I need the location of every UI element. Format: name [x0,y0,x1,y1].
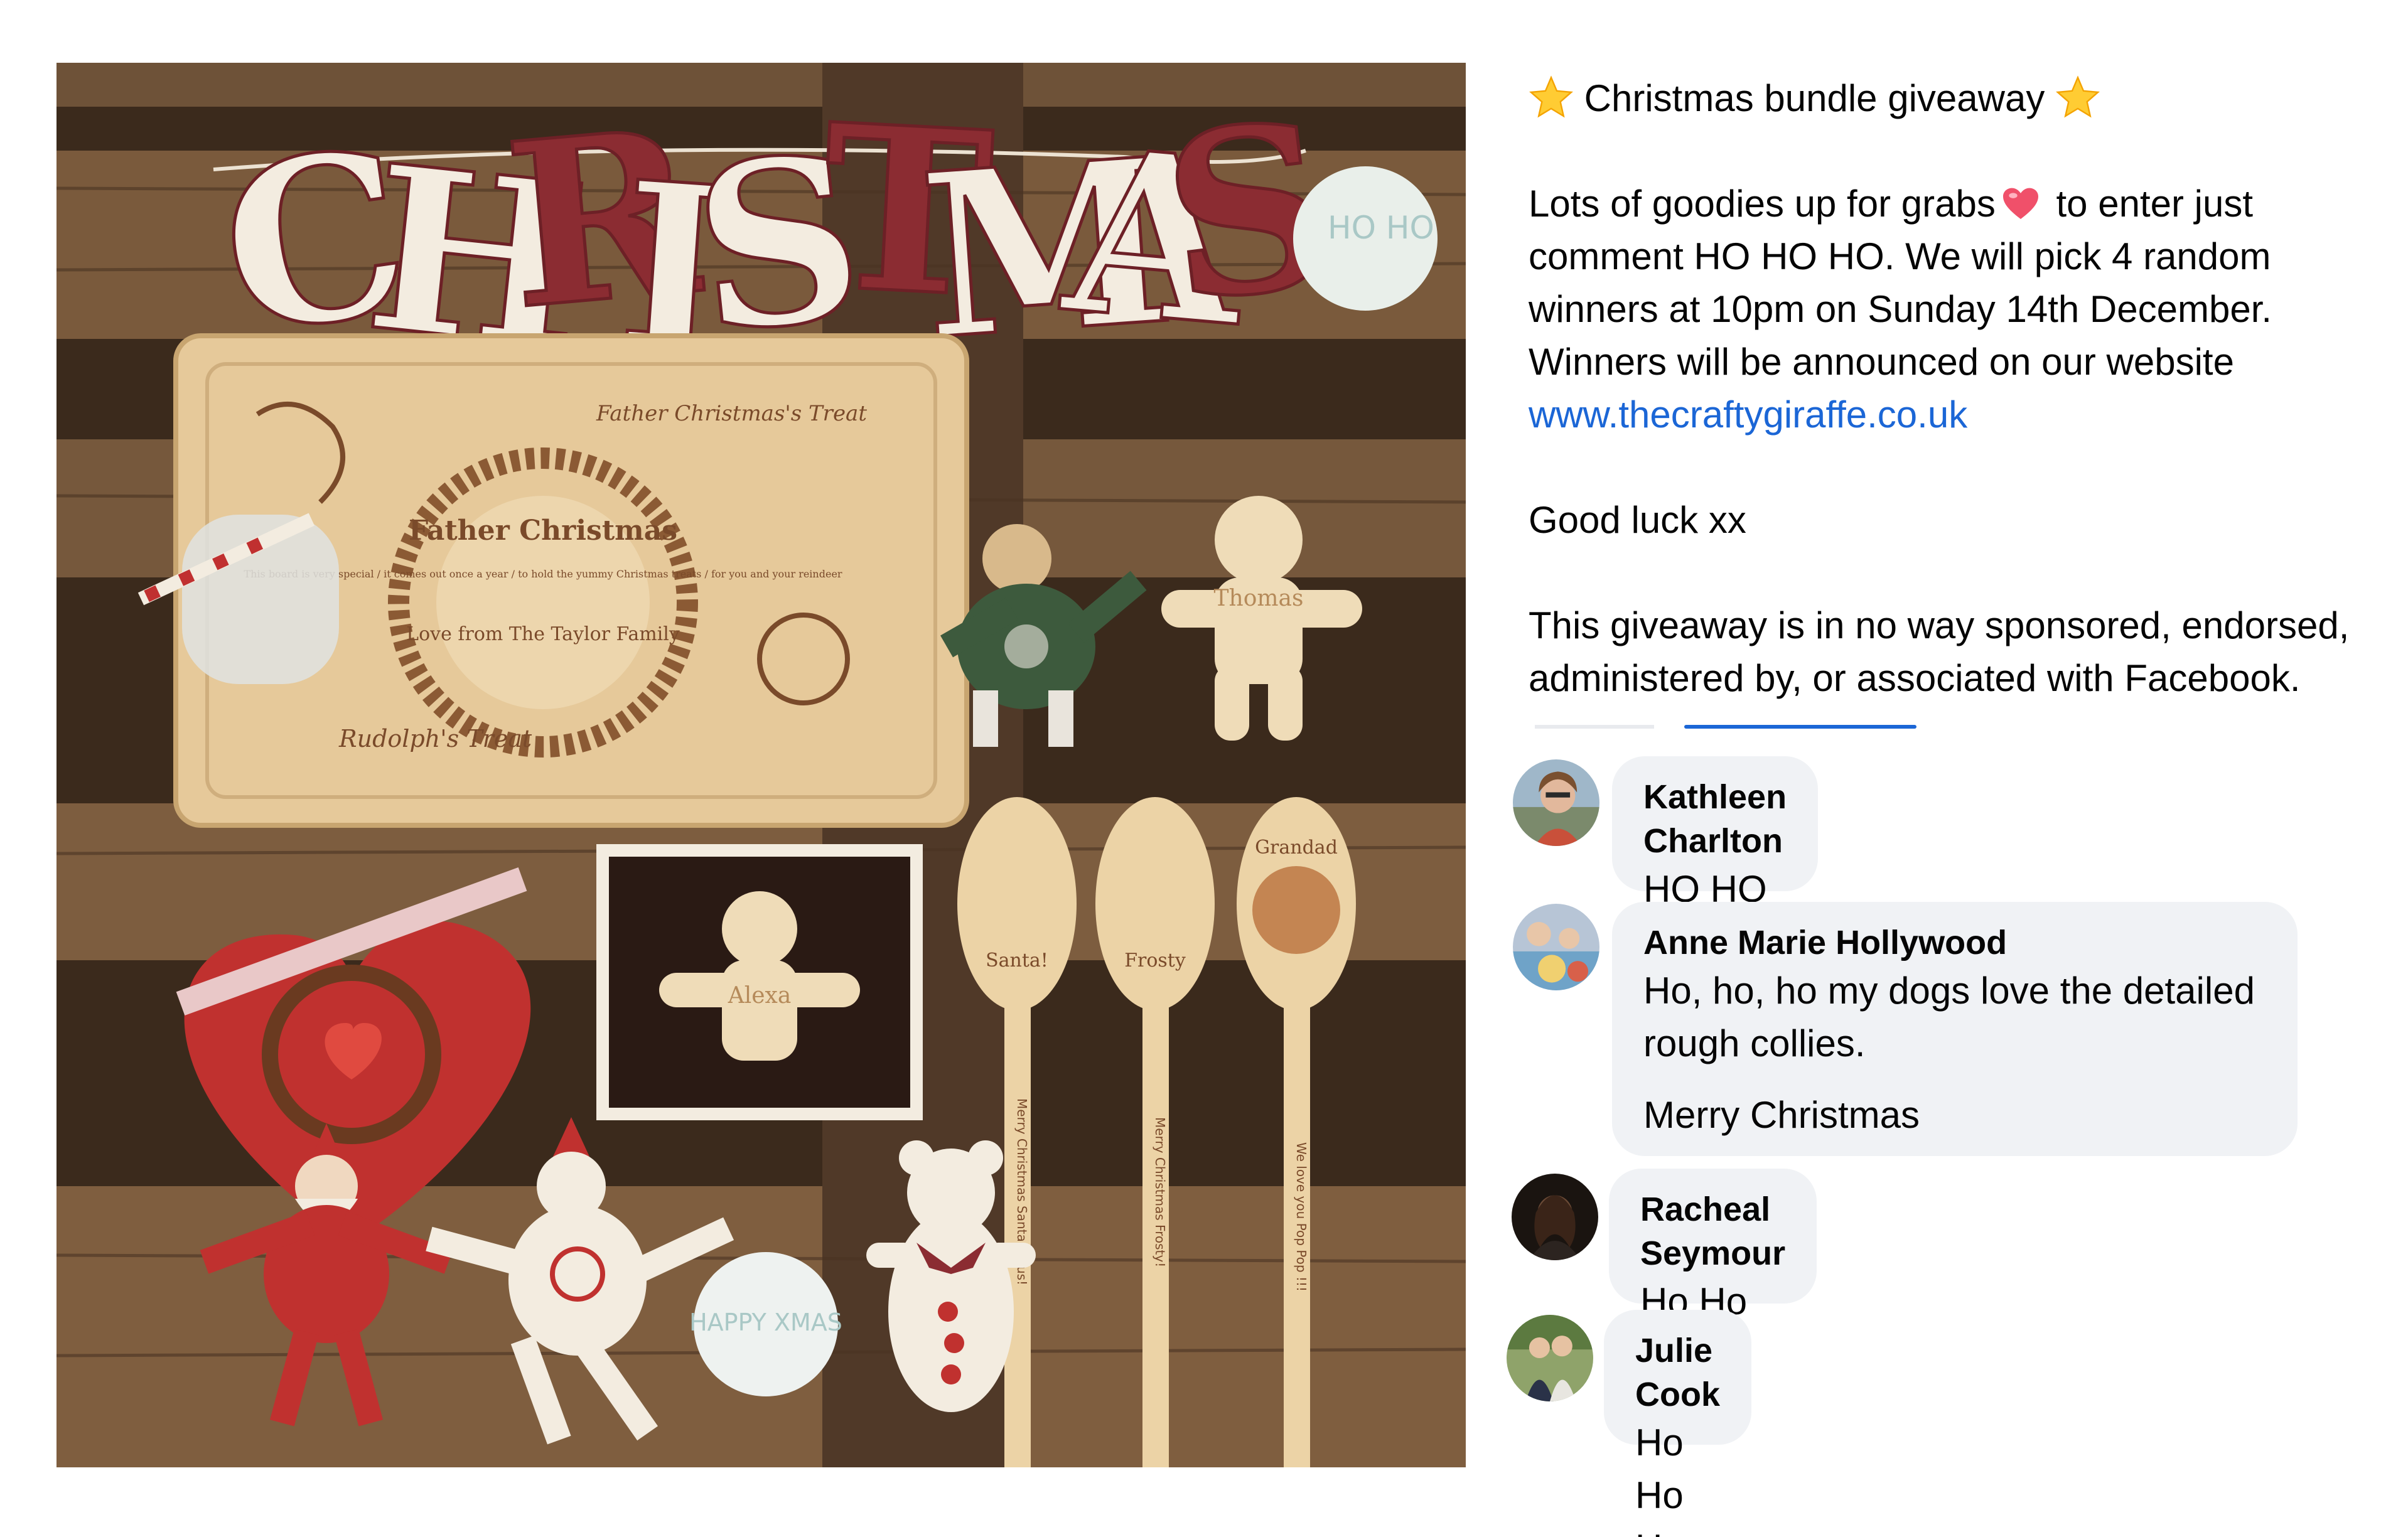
comment-text-2: Merry Christmas [1643,1094,1920,1136]
avatar[interactable] [1507,1315,1593,1401]
post-body: Lots of goodies up for grabs to enter ju… [1529,178,2382,441]
spoon-2-top: Frosty [1124,950,1186,972]
comment-author[interactable]: Anne Marie Hollywood [1643,921,2266,965]
comment-bubble: Anne Marie Hollywood Ho, ho, ho my dogs … [1612,902,2298,1156]
post-body-part-1: Lots of goodies up for grabs [1529,183,1996,225]
post-caption: Christmas bundle giveaway Lots of goodie… [1529,72,2382,705]
spoon-3-handle: We love you Pop Pop !!! [1294,1142,1309,1292]
comment-bubble: Julie Cook Ho Ho Ho [1604,1310,1751,1537]
comment-author[interactable]: Racheal Seymour [1640,1187,1785,1275]
comment-text: Ho, ho, ho my dogs love the detailed rou… [1643,970,2255,1064]
disclaimer: This giveaway is in no way sponsored, en… [1529,604,2350,699]
active-tab-indicator [1684,725,1916,729]
website-link[interactable]: www.thecraftygiraffe.co.uk [1529,394,1967,436]
tag-text: HAPPY XMAS [689,1309,842,1336]
star-emoji-icon [2056,75,2100,118]
post-photo[interactable]: C H R I S T M A S HO HO Father Christmas… [56,63,1466,1467]
board-title: Father Christmas [409,515,677,547]
gingerbread-1-text: Thomas [1214,586,1304,611]
avatar[interactable] [1512,1174,1598,1260]
tab-divider [1535,725,1654,729]
framed-gingerbread: Alexa [596,844,923,1120]
spoon-1-top: Santa! [986,950,1048,972]
board-header: Father Christmas's Treat [596,401,867,426]
comment-author[interactable]: Julie Cook [1635,1329,1720,1417]
spoon-2-handle: Merry Christmas Frosty! [1153,1117,1168,1267]
comment-text: Ho Ho Ho [1635,1422,1684,1537]
comment-author[interactable]: Kathleen Charlton [1643,775,1787,863]
post-title: Christmas bundle giveaway [1584,77,2045,119]
comment-bubble: Racheal Seymour Ho Ho Ho [1609,1169,1817,1375]
board-footer: Rudolph's Treat [338,725,532,752]
facebook-post: C H R I S T M A S HO HO Father Christmas… [0,0,2408,1537]
board-signature: Love from The Taylor Family [406,623,680,645]
avatar[interactable] [1513,759,1599,846]
star-emoji-icon [1529,75,1573,118]
heart-emoji-icon [2002,188,2038,219]
sign-off: Good luck xx [1529,499,1746,541]
comment-bubble: Kathleen Charlton HO HO HO [1612,756,1819,963]
bauble-text: HO HO [1328,210,1434,246]
post-title-line: Christmas bundle giveaway [1529,72,2382,125]
christmas-bundle-photo: C H R I S T M A S HO HO Father Christmas… [56,63,1466,1467]
avatar[interactable] [1513,904,1599,990]
gingerbread-2-text: Alexa [728,983,792,1009]
spoon-3-top: Grandad [1255,837,1338,859]
